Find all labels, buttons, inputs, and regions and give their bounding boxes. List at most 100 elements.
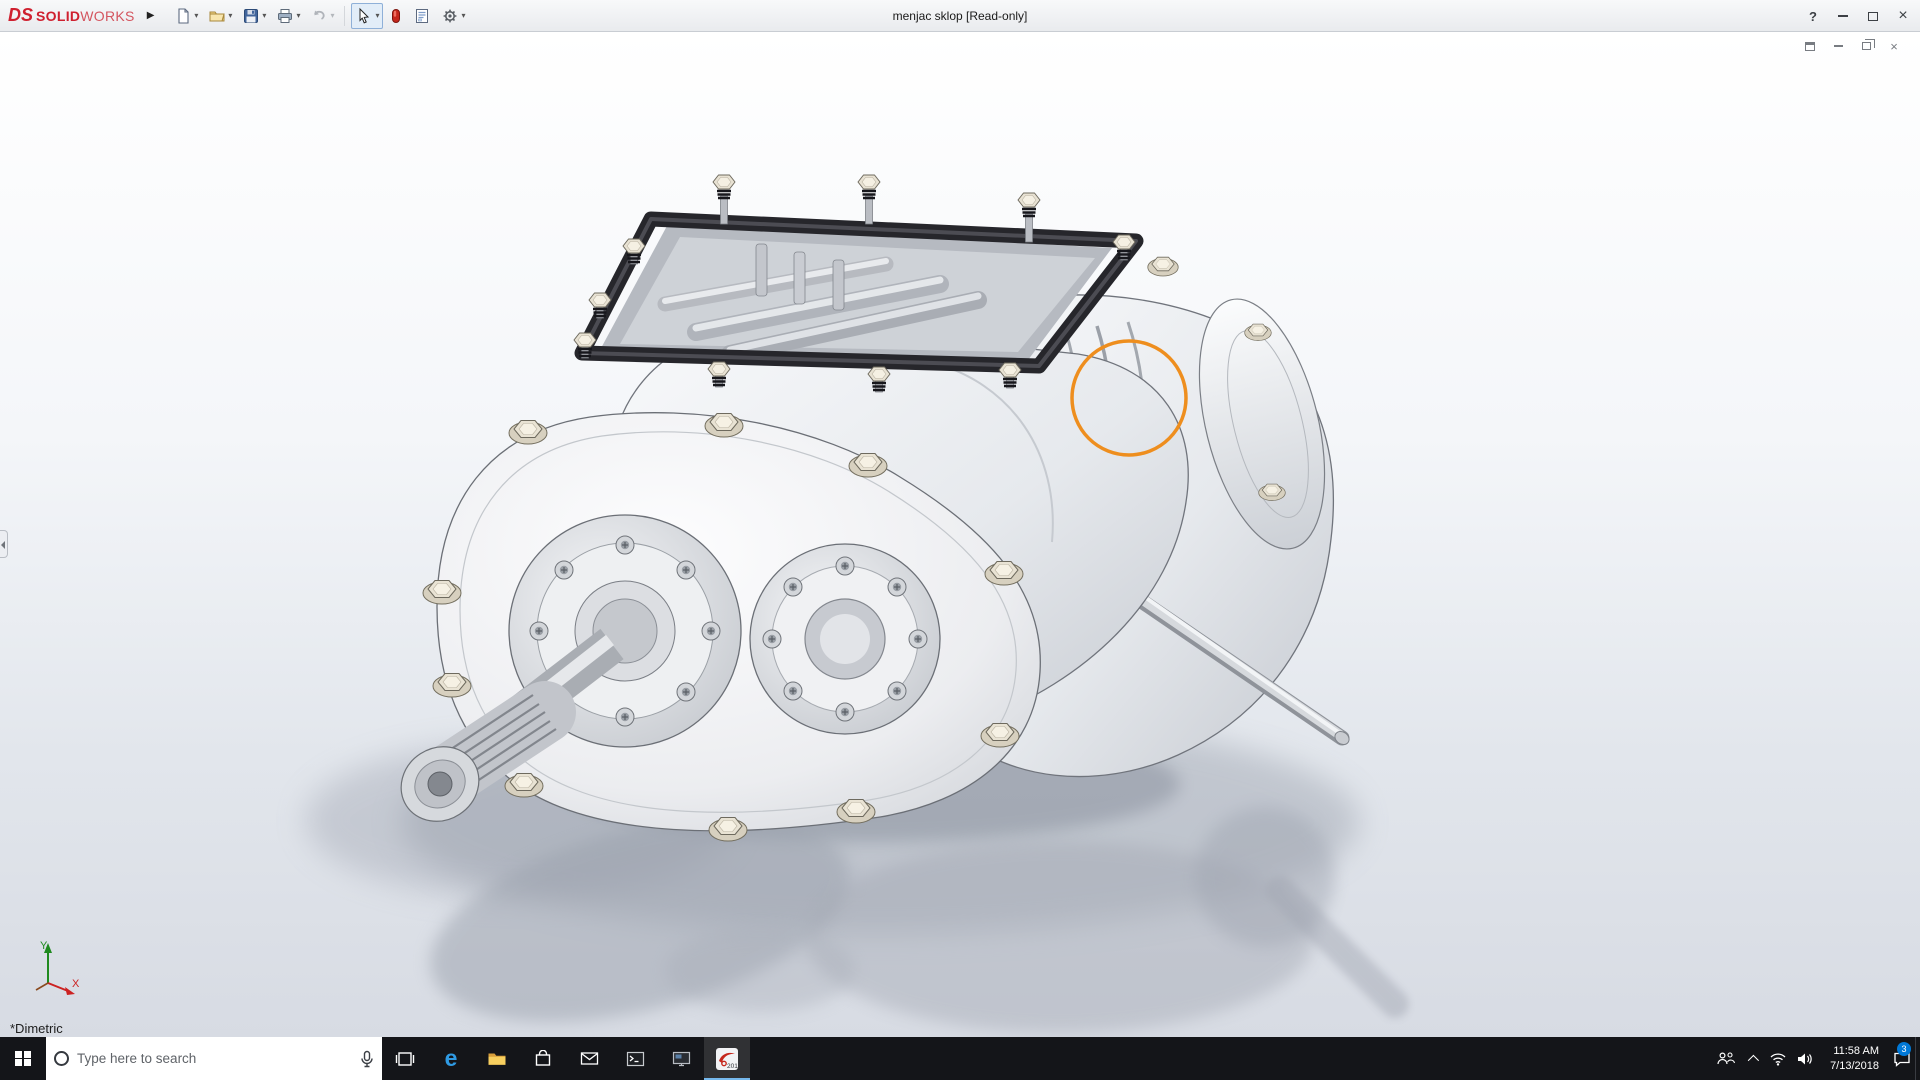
toolbar-separator <box>344 6 345 26</box>
minimize-icon <box>1838 15 1848 17</box>
file-explorer-button[interactable] <box>474 1037 520 1080</box>
reference-triad: Y X <box>26 937 82 999</box>
doc-restore-button[interactable] <box>1854 37 1878 55</box>
new-document-button[interactable]: ▾ <box>170 3 202 29</box>
menu-flyout-arrow-icon[interactable]: ▶ <box>141 6 161 25</box>
people-button[interactable] <box>1713 1037 1739 1080</box>
options-button[interactable]: ▾ <box>437 3 469 29</box>
terminal-icon <box>626 1051 645 1067</box>
notification-badge: 3 <box>1897 1042 1911 1056</box>
microphone-icon[interactable] <box>360 1050 374 1068</box>
open-button[interactable]: ▾ <box>204 3 236 29</box>
mail-button[interactable] <box>566 1037 612 1080</box>
clock-date: 7/13/2018 <box>1830 1059 1879 1074</box>
maximize-icon <box>1868 12 1878 21</box>
close-icon: × <box>1898 8 1907 24</box>
close-icon: × <box>1890 40 1898 53</box>
windows-logo-icon <box>15 1051 31 1067</box>
dropdown-icon[interactable]: ▾ <box>228 11 232 20</box>
dropdown-icon[interactable]: ▾ <box>262 11 266 20</box>
terminal-button[interactable] <box>612 1037 658 1080</box>
feature-tree-collapse-tab[interactable] <box>0 530 8 558</box>
app-window-button[interactable] <box>658 1037 704 1080</box>
undo-button[interactable]: ▾ <box>306 3 338 29</box>
open-folder-icon <box>208 7 226 25</box>
system-tray: 11:58 AM 7/13/2018 3 <box>1713 1037 1920 1080</box>
brand-solid: SOLID <box>36 8 80 24</box>
doc-close-button[interactable]: × <box>1882 37 1906 55</box>
chevron-up-icon <box>1748 1054 1759 1065</box>
gear-icon <box>441 7 459 25</box>
store-button[interactable] <box>520 1037 566 1080</box>
solidworks-app-icon: 2017 <box>715 1047 739 1071</box>
file-explorer-icon <box>487 1051 507 1067</box>
mail-icon <box>580 1051 599 1066</box>
print-button[interactable]: ▾ <box>272 3 304 29</box>
start-button[interactable] <box>0 1037 46 1080</box>
people-icon <box>1716 1051 1736 1066</box>
minimize-icon <box>1834 45 1843 47</box>
taskbar-clock[interactable]: 11:58 AM 7/13/2018 <box>1817 1037 1889 1080</box>
cortana-icon <box>54 1051 69 1066</box>
document-window-controls: × <box>1798 37 1906 55</box>
save-floppy-icon <box>242 7 260 25</box>
show-desktop-button[interactable] <box>1915 1037 1920 1080</box>
doc-window-menu-button[interactable] <box>1798 37 1822 55</box>
volume-button[interactable] <box>1791 1037 1817 1080</box>
model-render <box>0 32 1920 1037</box>
edge-button[interactable]: e <box>428 1037 474 1080</box>
clock-time: 11:58 AM <box>1833 1044 1879 1059</box>
task-view-button[interactable] <box>382 1037 428 1080</box>
pto-cover <box>750 544 940 734</box>
dropdown-icon[interactable]: ▾ <box>461 11 465 20</box>
task-view-icon <box>395 1051 415 1067</box>
print-icon <box>276 7 294 25</box>
app-window-icon <box>672 1051 691 1067</box>
minimize-button[interactable] <box>1828 1 1858 32</box>
dropdown-icon[interactable]: ▾ <box>375 11 379 20</box>
store-icon <box>534 1050 552 1067</box>
restore-icon <box>1862 42 1871 50</box>
speaker-icon <box>1796 1052 1813 1066</box>
solidworks-year-label: 2017 <box>727 1063 739 1070</box>
solidworks-taskbar-button[interactable]: 2017 <box>704 1037 750 1080</box>
search-input[interactable] <box>77 1051 352 1066</box>
network-button[interactable] <box>1765 1037 1791 1080</box>
triad-x-label: X <box>72 978 80 990</box>
doc-minimize-button[interactable] <box>1826 37 1850 55</box>
close-button[interactable]: × <box>1888 1 1918 32</box>
brand-works: WORKS <box>80 8 134 24</box>
file-properties-button[interactable] <box>409 3 435 29</box>
help-button[interactable]: ? <box>1798 1 1828 32</box>
view-orientation-label: *Dimetric <box>10 1021 63 1036</box>
file-properties-icon <box>413 7 431 25</box>
select-cursor-icon <box>355 7 373 25</box>
ds-logo-mark: DS <box>8 5 33 26</box>
select-tool-button[interactable]: ▾ <box>351 3 383 29</box>
hidden-icons-button[interactable] <box>1739 1037 1765 1080</box>
undo-arrow-icon <box>310 7 328 25</box>
solidworks-logo: DS SOLID WORKS <box>8 5 135 26</box>
solidworks-window: DS SOLID WORKS ▶ ▾ ▾ <box>0 0 1920 1080</box>
title-bar: DS SOLID WORKS ▶ ▾ ▾ <box>0 0 1920 32</box>
window-icon <box>1805 42 1815 51</box>
save-button[interactable]: ▾ <box>238 3 270 29</box>
triad-y-label: Y <box>40 940 48 952</box>
windows-taskbar: e <box>0 1037 1920 1080</box>
maximize-button[interactable] <box>1858 1 1888 32</box>
document-title: menjac sklop [Read-only] <box>893 9 1028 23</box>
graphics-area[interactable]: × <box>0 32 1920 1037</box>
edit-appearance-button[interactable] <box>385 3 407 29</box>
edge-icon: e <box>445 1047 458 1070</box>
help-icon: ? <box>1809 9 1817 24</box>
dropdown-icon[interactable]: ▾ <box>296 11 300 20</box>
quick-access-toolbar: ▾ ▾ ▾ <box>170 3 469 29</box>
dropdown-icon[interactable]: ▾ <box>194 11 198 20</box>
window-controls: ? × <box>1798 0 1918 32</box>
action-center-button[interactable]: 3 <box>1889 1037 1915 1080</box>
dropdown-icon[interactable]: ▾ <box>330 11 334 20</box>
new-document-icon <box>174 7 192 25</box>
appearance-icon <box>389 7 403 25</box>
network-icon <box>1769 1052 1787 1066</box>
taskbar-search[interactable] <box>46 1037 382 1080</box>
